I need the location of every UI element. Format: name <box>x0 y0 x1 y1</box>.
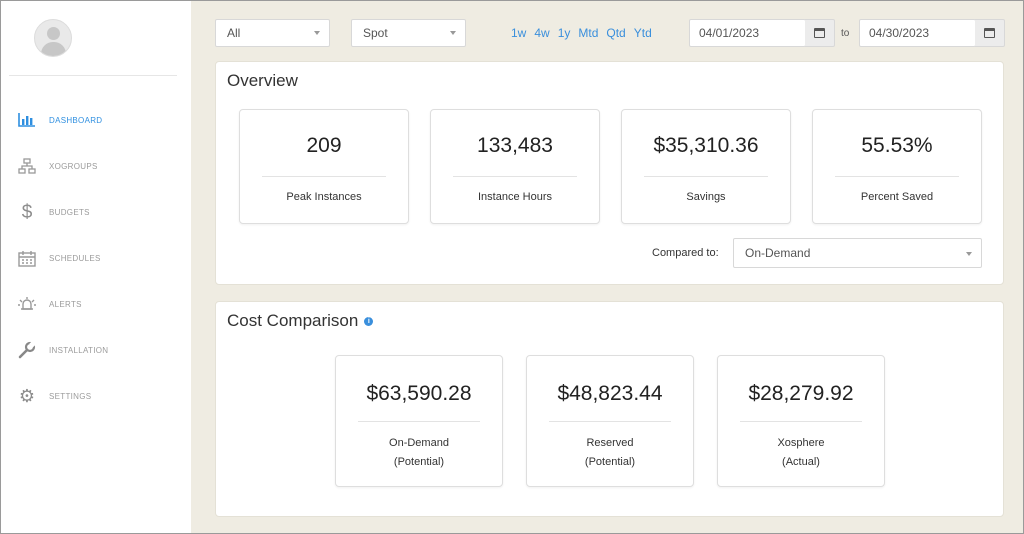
bar-chart-icon <box>16 109 38 131</box>
range-link-4w[interactable]: 4w <box>534 26 549 40</box>
range-link-ytd[interactable]: Ytd <box>634 26 652 40</box>
sidebar-item-label: ALERTS <box>49 299 82 309</box>
range-links: 1w 4w 1y Mtd Qtd Ytd <box>511 26 652 40</box>
group-select[interactable]: All <box>215 19 330 47</box>
card-label-line1: Xosphere <box>777 437 825 449</box>
card-divider <box>262 176 386 177</box>
card-divider <box>549 421 671 422</box>
sidebar-item-installation[interactable]: INSTALLATION <box>1 327 191 373</box>
card-label-line2: (Potential) <box>393 456 445 468</box>
sidebar-item-dashboard[interactable]: DASHBOARD <box>1 97 191 143</box>
sidebar-divider <box>9 75 177 76</box>
type-select-value: Spot <box>363 26 388 40</box>
card-label: Percent Saved <box>860 191 934 203</box>
overview-card-instance-hours: 133,483 Instance Hours <box>430 109 600 224</box>
sidebar-item-xogroups[interactable]: XOGROUPS <box>1 143 191 189</box>
card-value: $28,279.92 <box>748 382 854 405</box>
group-select-value: All <box>227 26 241 40</box>
wrench-icon <box>16 339 38 361</box>
hierarchy-icon <box>16 155 38 177</box>
dollar-icon: $ <box>21 201 33 223</box>
start-date-input[interactable]: 04/01/2023 <box>689 19 806 47</box>
alert-icon <box>16 293 38 315</box>
card-label: Peak Instances <box>286 191 362 203</box>
start-date-value: 04/01/2023 <box>699 26 760 40</box>
overview-title: Overview <box>227 71 298 90</box>
end-date-value: 04/30/2023 <box>869 26 930 40</box>
avatar[interactable] <box>34 19 72 57</box>
sidebar-nav: DASHBOARD XOGROUPS $ BUDGETS SCHEDULES A… <box>1 97 191 419</box>
cost-card-on-demand: $63,590.28 On-Demand (Potential) <box>335 355 503 487</box>
sidebar-item-label: XOGROUPS <box>49 161 98 171</box>
chevron-down-icon <box>314 31 320 35</box>
calendar-icon <box>984 28 995 38</box>
range-link-1y[interactable]: 1y <box>558 26 571 40</box>
chevron-down-icon <box>450 31 456 35</box>
cost-card-xosphere: $28,279.92 Xosphere (Actual) <box>717 355 885 487</box>
card-divider <box>740 421 862 422</box>
overview-card-percent-saved: 55.53% Percent Saved <box>812 109 982 224</box>
type-select[interactable]: Spot <box>351 19 466 47</box>
overview-panel: Overview 209 Peak Instances 133,483 Inst… <box>215 61 1004 285</box>
sidebar-item-label: SETTINGS <box>49 391 92 401</box>
main-content: All Spot 1w 4w 1y Mtd Qtd Ytd 04/01/2023… <box>191 1 1023 533</box>
card-divider <box>453 176 577 177</box>
sidebar-item-label: INSTALLATION <box>49 345 109 355</box>
chevron-down-icon <box>966 252 972 256</box>
cost-comparison-panel: Cost Comparison i $63,590.28 On-Demand (P… <box>215 301 1004 517</box>
card-label: Savings <box>686 191 726 203</box>
card-divider <box>644 176 768 177</box>
compared-to-label: Compared to: <box>652 247 719 259</box>
cost-comparison-title: Cost Comparison i <box>227 311 374 331</box>
card-label: Instance Hours <box>478 191 552 203</box>
start-date-calendar-button[interactable] <box>805 19 835 47</box>
calendar-icon <box>814 28 825 38</box>
card-label-line2: (Actual) <box>782 456 820 468</box>
gear-icon: ⚙ <box>18 386 36 406</box>
app-window: DASHBOARD XOGROUPS $ BUDGETS SCHEDULES A… <box>0 0 1024 534</box>
sidebar-item-label: BUDGETS <box>49 207 90 217</box>
card-label-line1: On-Demand <box>389 437 449 449</box>
card-value: 209 <box>306 134 342 157</box>
sidebar-item-label: SCHEDULES <box>49 253 101 263</box>
card-value: 133,483 <box>477 134 553 157</box>
avatar-head-shape <box>47 27 60 40</box>
end-date-calendar-button[interactable] <box>975 19 1005 47</box>
calendar-icon <box>16 247 38 269</box>
sidebar: DASHBOARD XOGROUPS $ BUDGETS SCHEDULES A… <box>1 1 191 533</box>
card-value: 55.53% <box>861 134 933 157</box>
sidebar-item-settings[interactable]: ⚙ SETTINGS <box>1 373 191 419</box>
sidebar-item-label: DASHBOARD <box>49 115 103 125</box>
card-value: $35,310.36 <box>653 134 759 157</box>
date-range-to-label: to <box>841 28 850 39</box>
end-date-input[interactable]: 04/30/2023 <box>859 19 976 47</box>
sidebar-item-budgets[interactable]: $ BUDGETS <box>1 189 191 235</box>
range-link-qtd[interactable]: Qtd <box>606 26 625 40</box>
cost-comparison-title-text: Cost Comparison <box>227 311 359 330</box>
overview-card-savings: $35,310.36 Savings <box>621 109 791 224</box>
card-value: $48,823.44 <box>557 382 663 405</box>
card-label-line2: (Potential) <box>584 456 636 468</box>
info-icon[interactable]: i <box>364 317 374 327</box>
compared-to-select[interactable]: On-Demand <box>733 238 982 268</box>
cost-card-reserved: $48,823.44 Reserved (Potential) <box>526 355 694 487</box>
sidebar-item-schedules[interactable]: SCHEDULES <box>1 235 191 281</box>
card-label-line1: Reserved <box>586 437 634 449</box>
card-value: $63,590.28 <box>366 382 472 405</box>
sidebar-item-alerts[interactable]: ALERTS <box>1 281 191 327</box>
range-link-mtd[interactable]: Mtd <box>578 26 598 40</box>
avatar-body-shape <box>41 42 66 56</box>
overview-card-peak-instances: 209 Peak Instances <box>239 109 409 224</box>
card-divider <box>358 421 480 422</box>
compared-to-value: On-Demand <box>745 246 811 260</box>
card-divider <box>835 176 959 177</box>
range-link-1w[interactable]: 1w <box>511 26 526 40</box>
